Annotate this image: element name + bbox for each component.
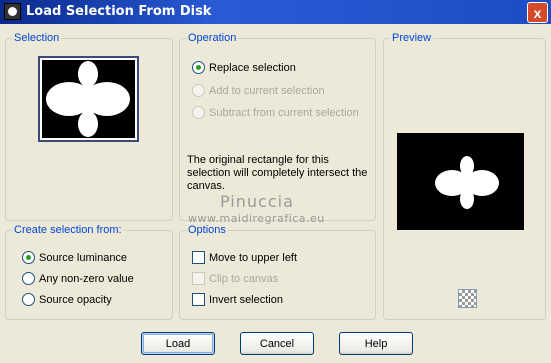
clip-to-canvas-box bbox=[192, 272, 205, 285]
radio-luminance-label: Source luminance bbox=[39, 251, 128, 264]
selection-thumbnail[interactable] bbox=[38, 56, 139, 142]
load-selection-dialog: Load Selection From Disk x Selection Ope… bbox=[0, 0, 551, 363]
radio-nonzero-label: Any non-zero value bbox=[39, 272, 134, 285]
radio-any-nonzero[interactable]: Any non-zero value bbox=[22, 272, 134, 285]
app-icon bbox=[4, 3, 21, 20]
invert-selection-box[interactable] bbox=[192, 293, 205, 306]
watermark-url: www.maidiregrafica.eu bbox=[188, 212, 325, 225]
load-button[interactable]: Load bbox=[141, 332, 215, 355]
transparency-checker-icon[interactable] bbox=[458, 289, 477, 308]
title-bar[interactable]: Load Selection From Disk x bbox=[0, 0, 551, 24]
radio-source-opacity[interactable]: Source opacity bbox=[22, 293, 112, 306]
radio-replace-selection[interactable]: Replace selection bbox=[192, 61, 296, 74]
checkbox-move-upper-left[interactable]: Move to upper left bbox=[192, 251, 297, 264]
radio-luminance-indicator[interactable] bbox=[22, 251, 35, 264]
operation-group-title: Operation bbox=[186, 32, 239, 44]
radio-add-indicator bbox=[192, 84, 205, 97]
preview-image bbox=[397, 133, 524, 230]
options-group-title: Options bbox=[186, 224, 228, 236]
operation-info-text: The original rectangle for this selectio… bbox=[187, 154, 368, 192]
create-from-group-title: Create selection from: bbox=[12, 224, 124, 236]
move-upper-left-box[interactable] bbox=[192, 251, 205, 264]
window-title: Load Selection From Disk bbox=[26, 4, 212, 19]
radio-opacity-indicator[interactable] bbox=[22, 293, 35, 306]
radio-replace-label: Replace selection bbox=[209, 61, 296, 74]
close-button[interactable]: x bbox=[527, 2, 548, 23]
checkbox-invert-selection[interactable]: Invert selection bbox=[192, 293, 283, 306]
radio-nonzero-indicator[interactable] bbox=[22, 272, 35, 285]
radio-opacity-label: Source opacity bbox=[39, 293, 112, 306]
preview-group-title: Preview bbox=[390, 32, 434, 44]
help-button[interactable]: Help bbox=[339, 332, 413, 355]
clip-to-canvas-label: Clip to canvas bbox=[209, 272, 279, 285]
preview-butterfly-shape bbox=[435, 156, 499, 209]
radio-subtract-selection: Subtract from current selection bbox=[192, 106, 359, 119]
selection-thumbnail-image bbox=[42, 60, 135, 138]
radio-add-selection: Add to current selection bbox=[192, 84, 325, 97]
selection-group-title: Selection bbox=[12, 32, 62, 44]
move-upper-left-label: Move to upper left bbox=[209, 251, 298, 264]
cancel-button[interactable]: Cancel bbox=[240, 332, 314, 355]
radio-source-luminance[interactable]: Source luminance bbox=[22, 251, 127, 264]
close-icon: x bbox=[533, 4, 542, 21]
radio-add-label: Add to current selection bbox=[209, 84, 325, 97]
butterfly-shape bbox=[46, 61, 130, 137]
radio-subtract-label: Subtract from current selection bbox=[209, 106, 359, 119]
watermark-name: Pinuccia bbox=[220, 192, 294, 211]
checkbox-clip-to-canvas: Clip to canvas bbox=[192, 272, 278, 285]
invert-selection-label: Invert selection bbox=[209, 293, 283, 306]
radio-replace-indicator[interactable] bbox=[192, 61, 205, 74]
radio-subtract-indicator bbox=[192, 106, 205, 119]
